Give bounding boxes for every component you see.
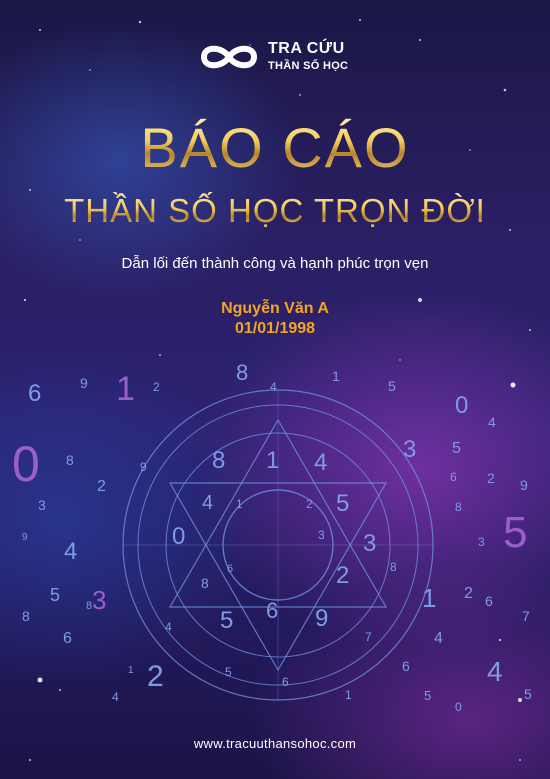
brand-logo: TRA CỨU THẦN SỐ HỌC bbox=[198, 38, 358, 78]
logo-line-1: TRA CỨU bbox=[268, 40, 345, 57]
wheel-number: 8 bbox=[201, 575, 209, 591]
person-name: Nguyễn Văn A bbox=[221, 300, 329, 317]
report-title: BÁO CÁO bbox=[0, 115, 550, 180]
person-dob: 01/01/1998 bbox=[234, 320, 316, 337]
wheel-number: 4 bbox=[202, 492, 214, 514]
tagline: Dẫn lối đến thành công và hạnh phúc trọn… bbox=[121, 255, 429, 272]
wheel-number: 3 bbox=[318, 528, 325, 542]
wheel-number: 4 bbox=[314, 449, 328, 476]
cover-page: 6 9 1 2 0 8 2 3 4 5 3 8 9 8 6 2 1 4 8 1 … bbox=[0, 0, 550, 779]
wheel-number: 2 bbox=[336, 562, 350, 589]
wheel-number: 1 bbox=[266, 447, 280, 474]
wheel-number: 3 bbox=[363, 530, 377, 557]
wheel-number: 7 bbox=[365, 630, 372, 644]
infinity-icon bbox=[200, 45, 258, 69]
wheel-number: 5 bbox=[336, 490, 350, 517]
wheel-number: 6 bbox=[282, 675, 289, 689]
website-url[interactable]: www.tracuuthansohoc.com bbox=[0, 736, 550, 751]
report-subtitle: THẦN SỐ HỌC TRỌN ĐỜI bbox=[0, 192, 550, 230]
wheel-number: 8 bbox=[390, 560, 397, 574]
wheel-number: 9 bbox=[140, 460, 147, 474]
wheel-number: 8 bbox=[212, 447, 226, 474]
wheel-number: 2 bbox=[306, 497, 313, 511]
wheel-number: 6 bbox=[227, 563, 234, 575]
wheel-number: 6 bbox=[266, 598, 279, 623]
wheel-number: 1 bbox=[236, 497, 243, 511]
logo-line-2: THẦN SỐ HỌC bbox=[268, 60, 349, 72]
wheel-number: 0 bbox=[172, 523, 186, 550]
wheel-number: 9 bbox=[315, 605, 329, 632]
wheel-number: 5 bbox=[220, 607, 234, 634]
wheel-number: 5 bbox=[225, 665, 232, 679]
wheel-number: 4 bbox=[165, 620, 172, 634]
